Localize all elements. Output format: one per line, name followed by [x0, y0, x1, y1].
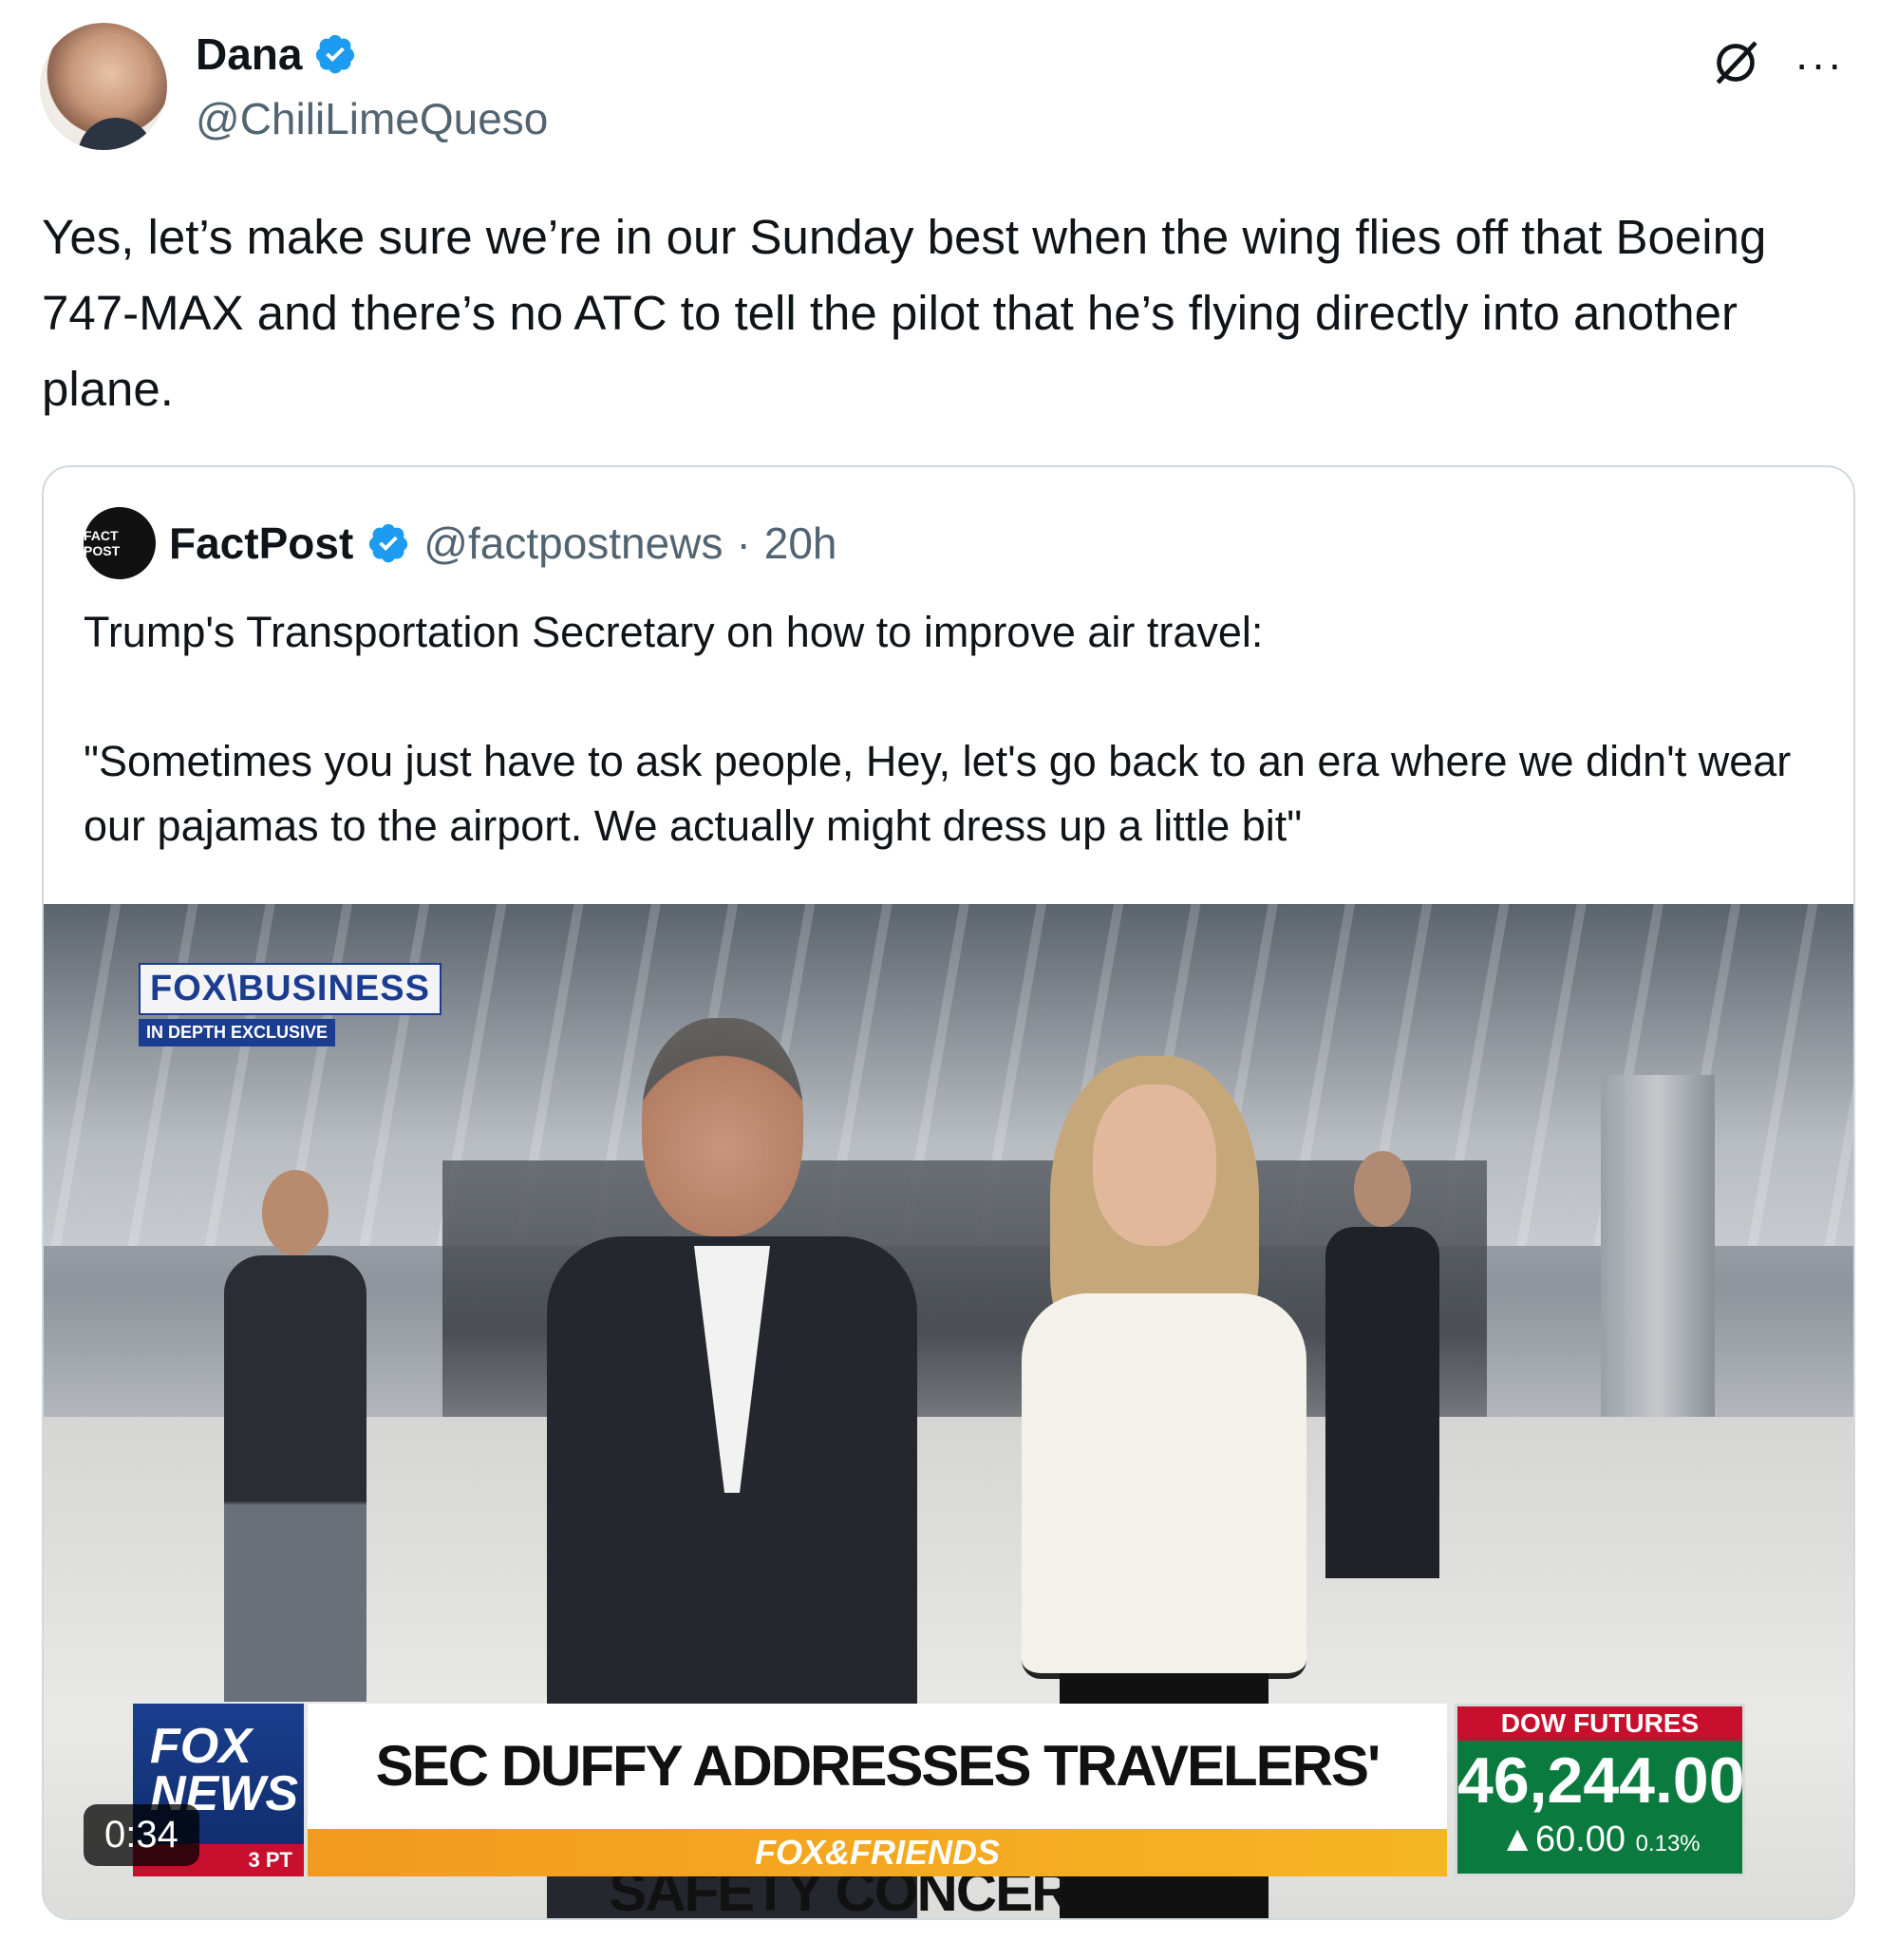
author-handle[interactable]: @ChiliLimeQueso [196, 93, 548, 144]
ticker-value: 46,244.00 [1457, 1744, 1745, 1817]
quoted-text: Trump's Transportation Secretary on how … [84, 608, 1792, 850]
network-logo: FOX\BUSINESS [139, 963, 442, 1015]
quoted-tweet[interactable]: FACT POST FactPost @factpostnews · 20h T… [42, 465, 1855, 1920]
author-name[interactable]: Dana [196, 28, 302, 80]
grok-icon[interactable] [1709, 36, 1762, 89]
video-background-person [1316, 1151, 1449, 1578]
ticker-change: ▲60.00 0.13% [1499, 1819, 1701, 1859]
author-name-row: Dana [196, 28, 357, 80]
quoted-name: FactPost [169, 518, 354, 568]
video-player[interactable]: FOX\BUSINESS IN DEPTH EXCLUSIVE FOX NEWS… [44, 904, 1853, 1918]
video-background-person [215, 1170, 376, 1702]
network-sub: IN DEPTH EXCLUSIVE [139, 1019, 336, 1046]
fox-business-logo: FOX\BUSINESS IN DEPTH EXCLUSIVE [139, 963, 442, 1046]
quoted-avatar: FACT POST [84, 507, 156, 579]
news-headline: SEC DUFFY ADDRESSES TRAVELERS' SAFETY CO… [308, 1704, 1447, 1918]
show-name: FOX&FRIENDS [308, 1829, 1447, 1876]
quoted-separator: · [736, 518, 751, 568]
more-options-icon[interactable]: ··· [1795, 38, 1844, 89]
verified-badge-icon [316, 34, 355, 74]
quoted-header: FACT POST FactPost @factpostnews · 20h [84, 507, 837, 579]
quoted-handle: @factpostnews [423, 518, 723, 568]
dow-futures-ticker: DOW FUTURES 46,244.00 ▲60.00 0.13% [1455, 1704, 1745, 1876]
video-duration-badge: 0:34 [84, 1804, 199, 1866]
ticker-label: DOW FUTURES [1457, 1706, 1742, 1741]
author-avatar[interactable] [40, 23, 167, 150]
news-lower-third: FOX NEWS 3 PT SEC DUFFY ADDRESSES TRAVEL… [133, 1704, 1806, 1918]
quoted-time: 20h [763, 518, 837, 568]
tweet-text: Yes, let’s make sure we’re in our Sunday… [42, 210, 1767, 416]
verified-badge-icon [369, 523, 408, 563]
